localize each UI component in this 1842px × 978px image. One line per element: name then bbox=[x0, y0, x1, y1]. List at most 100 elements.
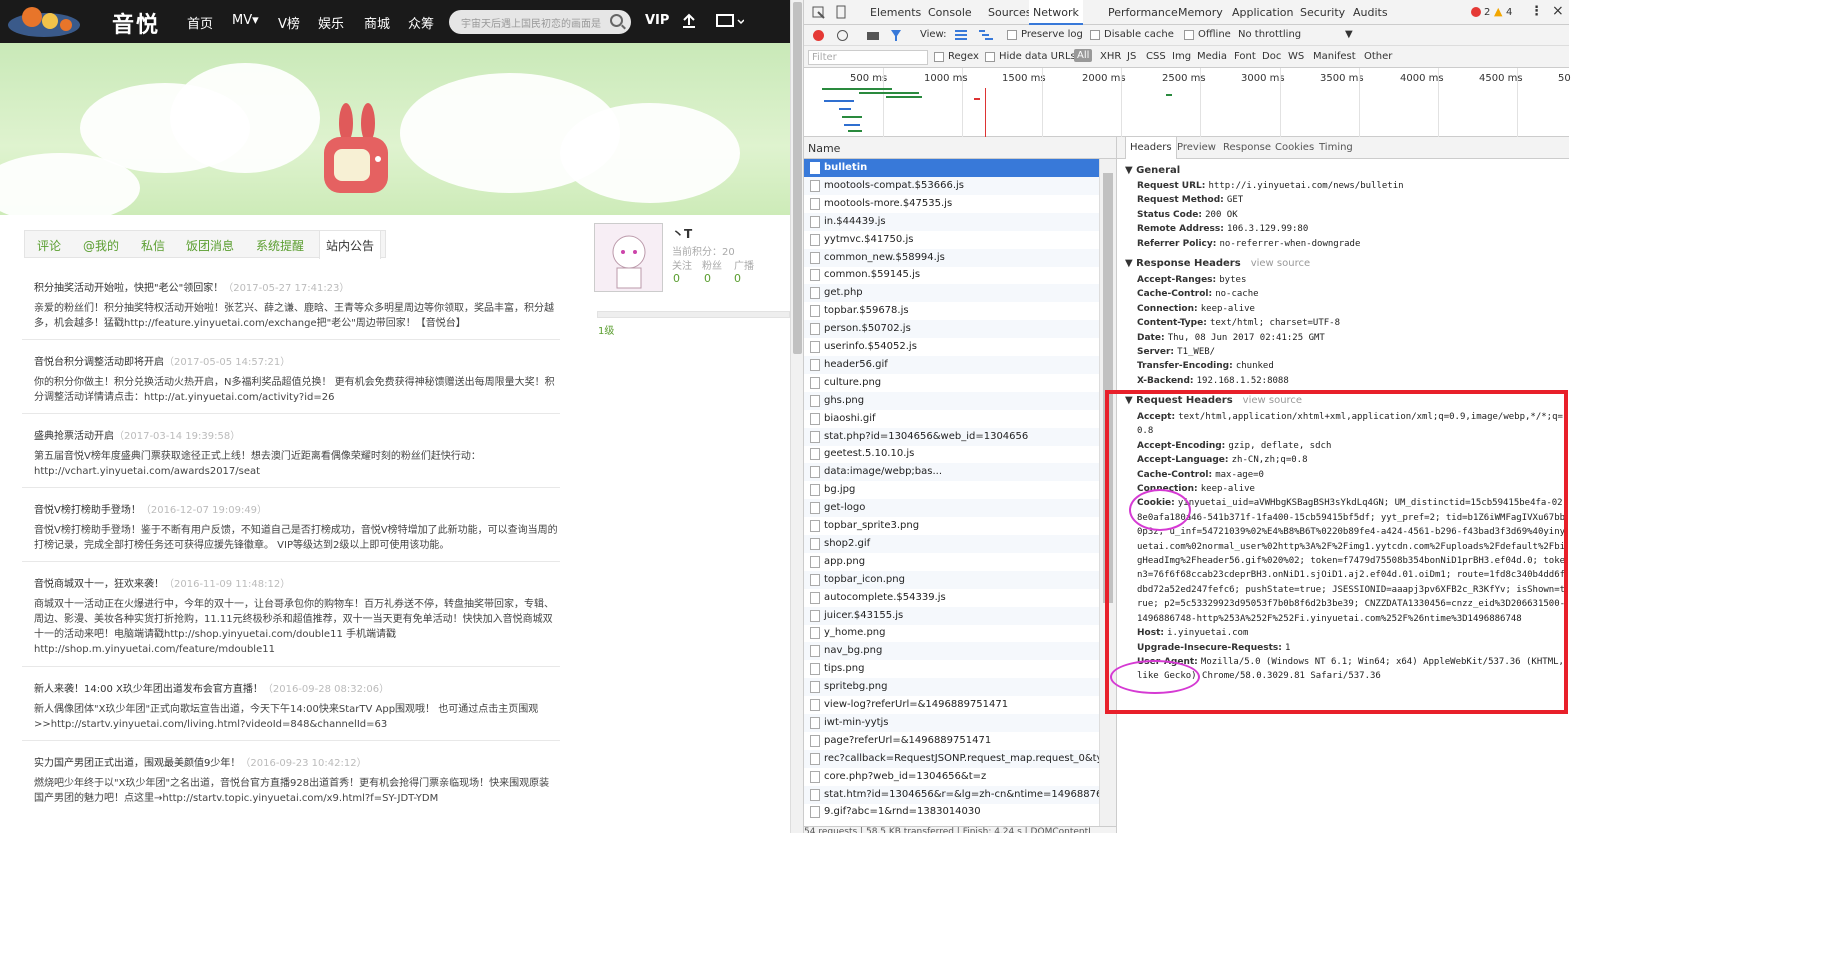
close-icon[interactable]: × bbox=[1552, 3, 1564, 19]
request-row[interactable]: mootools-compat.$53666.js bbox=[804, 176, 1099, 195]
tab-fan-group[interactable]: 饭团消息 bbox=[186, 237, 234, 254]
error-count[interactable]: 2 bbox=[1484, 7, 1490, 18]
site-logo[interactable]: 音悦 bbox=[4, 3, 167, 40]
request-row[interactable]: bg.jpg bbox=[804, 481, 1099, 499]
request-row[interactable]: common.$59145.js bbox=[804, 266, 1099, 284]
request-row[interactable]: topbar.$59678.js bbox=[804, 302, 1099, 320]
waterfall-icon[interactable] bbox=[979, 30, 993, 41]
request-row[interactable]: mootools-more.$47535.js bbox=[804, 195, 1099, 213]
request-row[interactable]: common_new.$58994.js bbox=[804, 248, 1099, 267]
devtools-tab[interactable]: Application bbox=[1232, 6, 1293, 19]
notice-title[interactable]: 新人来袭！14:00 X玖少年团出道发布会官方直播！ bbox=[34, 684, 263, 695]
inspect-icon[interactable] bbox=[812, 6, 825, 19]
type-filter-all[interactable]: All bbox=[1074, 49, 1093, 62]
request-row[interactable]: data:image/webp;bas... bbox=[804, 463, 1099, 482]
request-row[interactable]: shop2.gif bbox=[804, 534, 1099, 553]
nav-crowdfund[interactable]: 众筹 bbox=[408, 13, 434, 32]
devtools-tab[interactable]: Security bbox=[1300, 6, 1345, 19]
network-overview-timeline[interactable]: 500 ms 1000 ms 1500 ms 2000 ms 2500 ms 3… bbox=[804, 68, 1571, 137]
nav-mv[interactable]: MV▾ bbox=[232, 13, 259, 28]
tab-system[interactable]: 系统提醒 bbox=[256, 237, 304, 254]
tab-announcements[interactable]: 站内公告 bbox=[319, 230, 382, 259]
request-row[interactable]: app.png bbox=[804, 553, 1099, 571]
page-scrollbar[interactable] bbox=[790, 0, 803, 833]
broadcast-count[interactable]: 0 bbox=[734, 272, 741, 285]
regex-checkbox[interactable] bbox=[934, 52, 944, 62]
request-row[interactable]: spritebg.png bbox=[804, 678, 1099, 697]
devtools-tab-network[interactable]: Network bbox=[1029, 0, 1083, 25]
request-row[interactable]: topbar_icon.png bbox=[804, 570, 1099, 589]
request-row[interactable]: userinfo.$54052.js bbox=[804, 338, 1099, 356]
type-filter[interactable]: XHR bbox=[1100, 51, 1121, 62]
request-row[interactable]: culture.png bbox=[804, 374, 1099, 392]
search-icon[interactable] bbox=[610, 14, 623, 27]
type-filter[interactable]: JS bbox=[1127, 51, 1136, 62]
request-row[interactable]: juicer.$43155.js bbox=[804, 606, 1099, 625]
notice-title[interactable]: 实力国产男团正式出道，围观最美颜值9少年！ bbox=[34, 758, 240, 769]
nav-shop[interactable]: 商城 bbox=[364, 13, 390, 32]
request-row[interactable]: get.php bbox=[804, 284, 1099, 303]
devtools-tab[interactable]: Console bbox=[928, 6, 972, 19]
request-row[interactable]: yytmvc.$41750.js bbox=[804, 231, 1099, 249]
devtools-tab[interactable]: Memory bbox=[1178, 6, 1223, 19]
request-row[interactable]: stat.php?id=1304656&web_id=1304656 bbox=[804, 427, 1099, 446]
device-toolbar-icon[interactable] bbox=[834, 5, 847, 19]
type-filter[interactable]: Font bbox=[1234, 51, 1256, 62]
warning-count[interactable]: 4 bbox=[1506, 7, 1512, 18]
notice-title[interactable]: 积分抽奖活动开始啦，快把"老公"领回家！ bbox=[34, 283, 223, 294]
request-row[interactable]: geetest.5.10.10.js bbox=[804, 445, 1099, 463]
avatar[interactable] bbox=[594, 223, 663, 292]
vip-link[interactable]: VIP bbox=[645, 13, 669, 28]
notice-title[interactable]: 音悦V榜打榜助手登场！ bbox=[34, 505, 141, 516]
request-row[interactable]: get-logo bbox=[804, 499, 1099, 518]
throttling-select[interactable]: No throttling bbox=[1238, 29, 1301, 40]
request-row[interactable]: 9.gif?abc=1&rnd=1383014030 bbox=[804, 803, 1099, 821]
devtools-tab[interactable]: Audits bbox=[1353, 6, 1388, 19]
tab-comments[interactable]: 评论 bbox=[37, 237, 61, 254]
disable-cache-checkbox[interactable] bbox=[1090, 30, 1100, 40]
type-filter[interactable]: Manifest bbox=[1313, 51, 1356, 62]
clear-icon[interactable] bbox=[837, 30, 848, 41]
request-row[interactable]: autocomplete.$54339.js bbox=[804, 589, 1099, 607]
view-source-link[interactable]: view source bbox=[1251, 258, 1310, 269]
detail-tab[interactable]: Preview bbox=[1177, 142, 1216, 153]
request-row[interactable]: stat.htm?id=1304656&r=&lg=zh-cn&ntime=14… bbox=[804, 785, 1099, 804]
request-row[interactable]: y_home.png bbox=[804, 624, 1099, 642]
type-filter[interactable]: Other bbox=[1364, 51, 1392, 62]
notice-title[interactable]: 音悦商城双十一，狂欢来袭！ bbox=[34, 579, 164, 590]
hide-data-urls-checkbox[interactable] bbox=[985, 52, 995, 62]
devtools-tab[interactable]: Performance bbox=[1108, 6, 1178, 19]
request-row[interactable]: page?referUrl=&1496889751471 bbox=[804, 732, 1099, 750]
large-rows-icon[interactable] bbox=[955, 30, 967, 41]
username[interactable]: 丶T bbox=[672, 225, 692, 242]
devtools-tab[interactable]: Sources bbox=[988, 6, 1032, 19]
request-row[interactable]: view-log?referUrl=&1496889751471 bbox=[804, 696, 1099, 714]
notice-title[interactable]: 盛典抢票活动开启 bbox=[34, 431, 114, 442]
request-row[interactable]: person.$50702.js bbox=[804, 320, 1099, 339]
general-section-toggle[interactable]: ▼ General bbox=[1125, 165, 1180, 176]
request-row[interactable]: rec?callback=RequestJSONP.request_map.re… bbox=[804, 749, 1099, 768]
type-filter[interactable]: WS bbox=[1288, 51, 1304, 62]
devtools-tab[interactable]: Elements bbox=[870, 6, 921, 19]
request-row[interactable]: iwt-min-yytjs bbox=[804, 713, 1099, 732]
site-search-input[interactable]: 宇宙天后遇上国民初恋的画面是 bbox=[449, 10, 631, 34]
followers-count[interactable]: 0 bbox=[704, 272, 711, 285]
detail-tab[interactable]: Timing bbox=[1319, 142, 1353, 153]
request-row[interactable]: nav_bg.png bbox=[804, 642, 1099, 661]
nav-ent[interactable]: 娱乐 bbox=[318, 13, 344, 32]
type-filter[interactable]: CSS bbox=[1146, 51, 1166, 62]
response-headers-toggle[interactable]: ▼ Response Headers view source bbox=[1125, 258, 1310, 269]
request-row[interactable]: topbar_sprite3.png bbox=[804, 517, 1099, 535]
type-filter[interactable]: Media bbox=[1197, 51, 1227, 62]
detail-tab[interactable]: Response bbox=[1223, 142, 1271, 153]
tab-mentions[interactable]: @我的 bbox=[83, 237, 119, 254]
following-count[interactable]: 0 bbox=[673, 272, 680, 285]
detail-tab[interactable]: Cookies bbox=[1275, 142, 1314, 153]
filter-input[interactable]: Filter bbox=[808, 50, 928, 65]
request-row[interactable]: in.$44439.js bbox=[804, 212, 1099, 231]
more-menu-icon[interactable]: ⋮ bbox=[1530, 4, 1543, 19]
request-row[interactable]: bulletin bbox=[804, 159, 1099, 177]
devices-icon[interactable] bbox=[716, 13, 744, 29]
request-list-header[interactable]: Name bbox=[804, 137, 1116, 159]
type-filter[interactable]: Doc bbox=[1262, 51, 1281, 62]
